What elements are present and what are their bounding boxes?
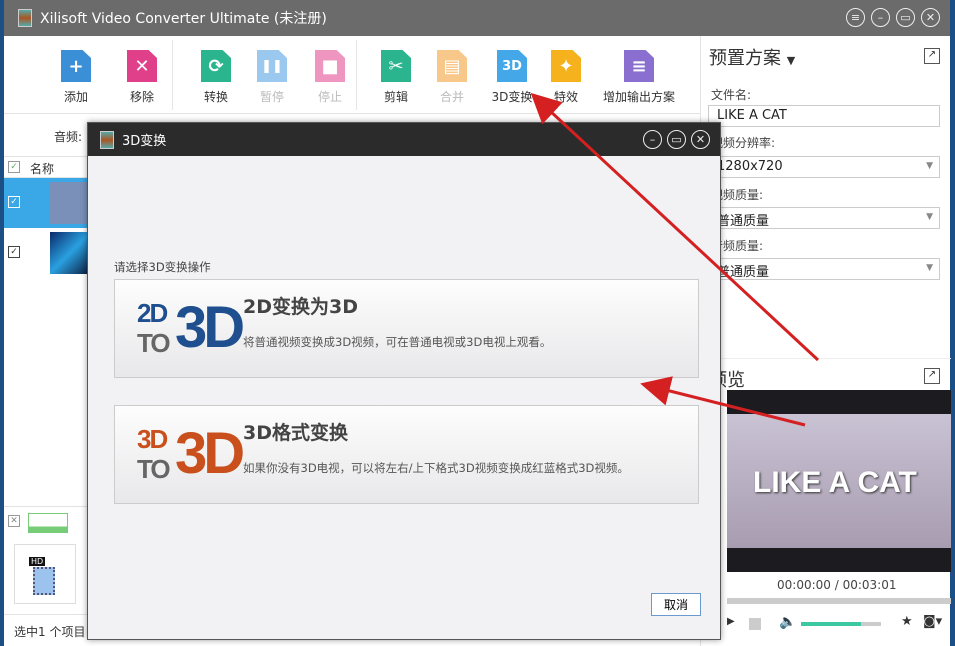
arrow-to-2d-option: [640, 376, 806, 427]
arrow-to-3d-button: [530, 92, 820, 362]
annotation-arrows: [530, 92, 820, 427]
